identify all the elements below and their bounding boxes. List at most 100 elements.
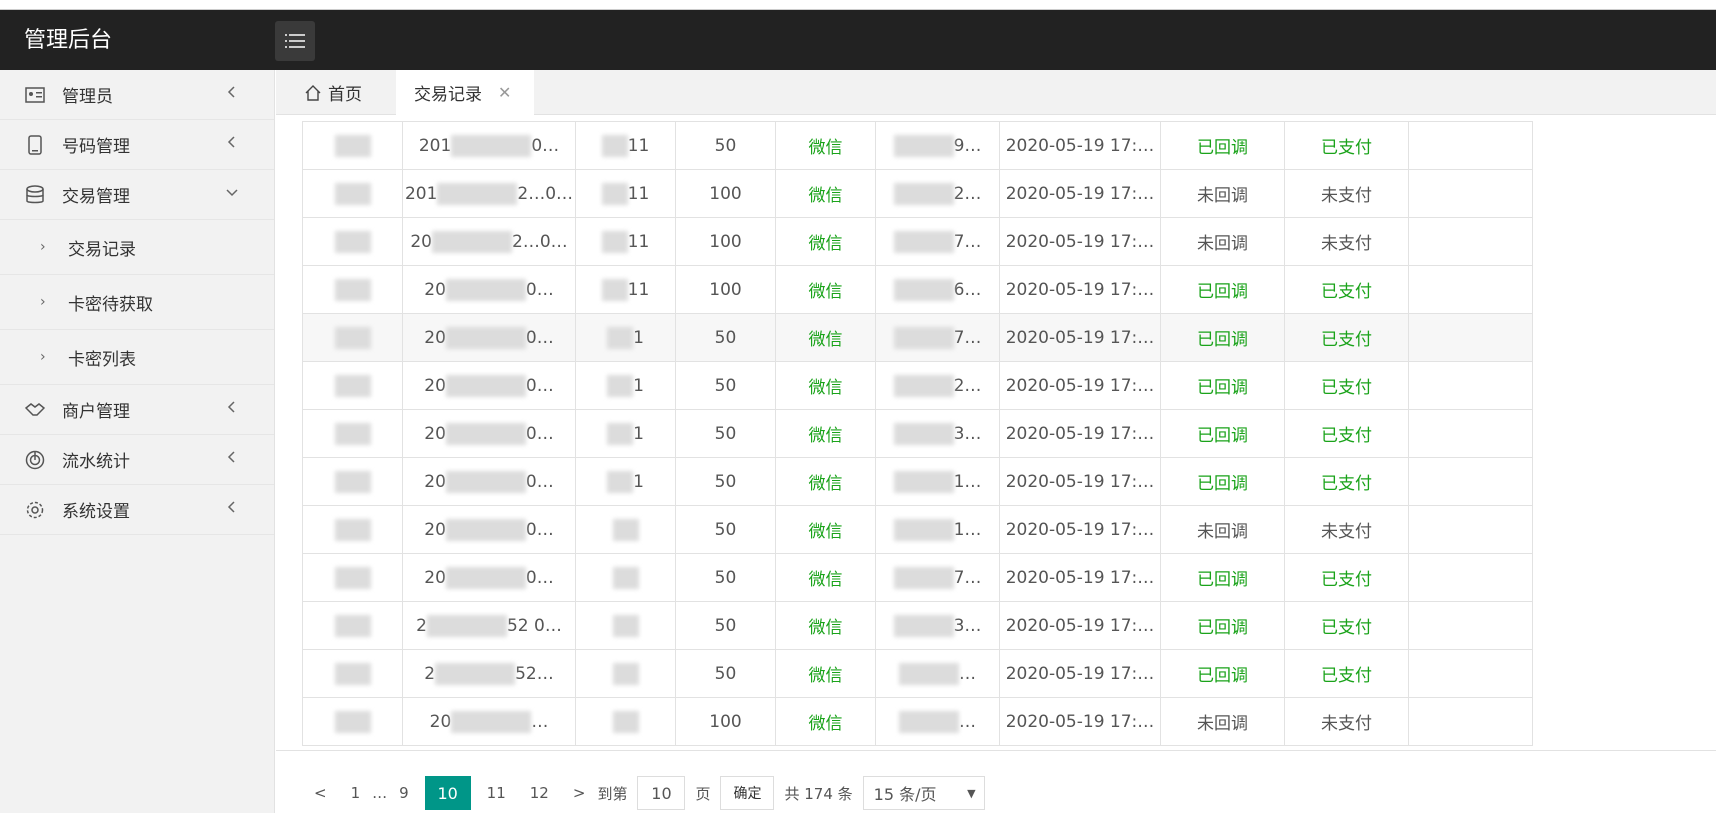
app-header: 管理后台 [0, 10, 1716, 70]
table-cell: 3… [875, 601, 1000, 650]
table-row: 20 0… 50 微信 1… 2020-05-19 17:… 未回调 未支付 [302, 505, 1533, 554]
cell-time: 2020-05-19 17:… [1005, 519, 1155, 540]
cell-order: 20 [429, 711, 452, 732]
cell-pay: 已支付 [1321, 474, 1372, 494]
table-cell: 微信 [775, 601, 876, 650]
cell-time: 2020-05-19 17:… [1005, 663, 1155, 684]
page-11-button[interactable]: 11 [475, 784, 518, 802]
sidebar-item-admin[interactable]: 管理员 [0, 70, 274, 120]
redacted-block [607, 422, 634, 445]
table-cell: 微信 [775, 217, 876, 266]
page-12-button[interactable]: 12 [518, 784, 561, 802]
redacted-block [893, 182, 954, 205]
table-cell: 1… [875, 505, 1000, 554]
cell-time: 2020-05-19 17:… [1005, 375, 1155, 396]
next-page-button[interactable]: > [561, 784, 598, 802]
table-cell: 已回调 [1160, 121, 1285, 170]
page-size-select[interactable]: 15 条/页 ▼ [862, 776, 985, 810]
cell-amount: 50 [714, 615, 737, 636]
cell-order: 20 [424, 279, 446, 300]
sidebar-subitem-card-pending[interactable]: › 卡密待获取 [0, 275, 274, 330]
redacted-block [893, 134, 954, 157]
table-cell: 已支付 [1284, 457, 1409, 506]
confirm-button[interactable]: 确定 [720, 776, 775, 810]
table-cell: 2020-05-19 17:… [999, 313, 1161, 362]
table-cell [1408, 121, 1533, 170]
redacted-block [437, 182, 518, 205]
cell-suffix: 0… [525, 471, 554, 492]
tab-label: 首页 [328, 85, 362, 105]
redacted-block [601, 134, 628, 157]
table-cell: 微信 [775, 121, 876, 170]
redacted-block [451, 134, 532, 157]
tab-trade-records[interactable]: 交易记录 ✕ [396, 70, 534, 115]
table-cell [302, 409, 403, 458]
tab-home[interactable]: 首页 [304, 70, 362, 115]
cell-suffix: … [531, 711, 549, 732]
sidebar-subitem-card-list[interactable]: › 卡密列表 [0, 330, 274, 385]
table-cell [302, 265, 403, 314]
gear-icon [24, 499, 46, 521]
table-cell: 20 0… [402, 265, 576, 314]
cell-acct: 11 [627, 231, 650, 252]
table-cell: 1 [575, 313, 676, 362]
cell-acct: 11 [627, 183, 650, 204]
table-cell: 201 0… [402, 121, 576, 170]
cell-time: 2020-05-19 17:… [1005, 183, 1155, 204]
cell-order: 20 [424, 567, 446, 588]
chevron-left-icon [227, 401, 235, 413]
cell-time: 2020-05-19 17:… [1005, 471, 1155, 492]
cell-ref: 1… [953, 471, 982, 492]
table-cell: 2020-05-19 17:… [999, 121, 1161, 170]
cell-ref: 7… [953, 567, 982, 588]
chevron-left-icon [227, 136, 235, 148]
redacted-block [451, 710, 532, 733]
id-card-icon [24, 84, 46, 106]
table-cell: 已回调 [1160, 553, 1285, 602]
table-cell: 2020-05-19 17:… [999, 457, 1161, 506]
table-cell: 已回调 [1160, 361, 1285, 410]
redacted-block [899, 662, 959, 685]
cell-suffix: 52… [515, 663, 554, 684]
redacted-block [334, 230, 371, 253]
table-cell: 未回调 [1160, 505, 1285, 554]
redacted-block [893, 374, 954, 397]
page-1-button[interactable]: 1 [339, 784, 373, 802]
cell-pay: 已支付 [1321, 666, 1372, 686]
table-cell: 11 [575, 265, 676, 314]
sidebar-subitem-trade-records[interactable]: › 交易记录 [0, 220, 274, 275]
table-cell: 已回调 [1160, 601, 1285, 650]
sidebar-item-label: 系统设置 [62, 502, 130, 522]
sidebar-item-merchant[interactable]: 商户管理 [0, 385, 274, 435]
current-page[interactable]: 10 [424, 776, 471, 810]
chevron-down-icon [226, 189, 238, 197]
trade-table: 201 0… 11 50 微信 9… 2020-05-19 17:… 已回调 已支付 201 2…0… [302, 121, 1533, 746]
cell-time: 2020-05-19 17:… [1005, 327, 1155, 348]
caret-down-icon: ▼ [967, 786, 976, 800]
sidebar-item-numbers[interactable]: 号码管理 [0, 120, 274, 170]
table-cell [302, 313, 403, 362]
cell-pay: 已支付 [1321, 570, 1372, 590]
prev-page-button[interactable]: < [302, 784, 339, 802]
table-cell: 已支付 [1284, 313, 1409, 362]
table-cell: 50 [675, 121, 776, 170]
tab-bar: 首页 交易记录 ✕ [276, 70, 1716, 115]
sidebar-item-trade[interactable]: 交易管理 [0, 170, 274, 220]
chevron-right-icon: › [40, 294, 46, 310]
table-cell: 微信 [775, 361, 876, 410]
cell-ref: 6… [953, 279, 982, 300]
table-cell [575, 649, 676, 698]
cell-callback: 已回调 [1197, 330, 1248, 350]
cell-callback: 已回调 [1197, 666, 1248, 686]
close-icon[interactable]: ✕ [498, 83, 511, 102]
sidebar-item-settings[interactable]: 系统设置 [0, 485, 274, 535]
cell-suffix: 2…0… [517, 183, 574, 204]
page-9-button[interactable]: 9 [387, 784, 421, 802]
table-cell: 7… [875, 313, 1000, 362]
table-cell [1408, 265, 1533, 314]
table-cell [302, 553, 403, 602]
menu-toggle-button[interactable] [275, 21, 315, 61]
goto-page-input[interactable]: 10 [637, 776, 686, 810]
total-count: 共 174 条 [784, 784, 853, 803]
sidebar-item-stats[interactable]: 流水统计 [0, 435, 274, 485]
